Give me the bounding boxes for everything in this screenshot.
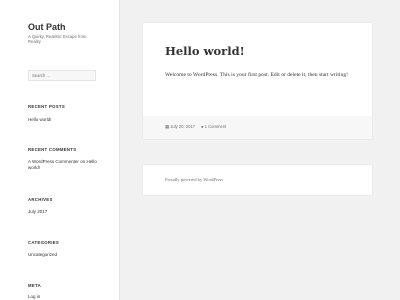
post-comments[interactable]: ●1 Comment: [201, 124, 226, 130]
categories-title: CATEGORIES: [28, 240, 60, 245]
post-title[interactable]: Hello world!: [165, 44, 245, 58]
recent-post-link[interactable]: Hello world!: [28, 117, 100, 123]
meta-login-link[interactable]: Log in: [28, 294, 100, 300]
site-title[interactable]: Out Path: [28, 22, 66, 32]
footer: Proudly powered by WordPress: [143, 165, 372, 195]
category-link[interactable]: Uncategorized: [28, 252, 100, 258]
calendar-icon: ▦: [165, 124, 170, 129]
recent-comments-title: RECENT COMMENTS: [28, 147, 77, 152]
post-card: Hello world! Welcome to WordPress. This …: [143, 23, 372, 139]
recent-posts-title: RECENT POSTS: [28, 104, 66, 109]
sidebar: Out Path A Quirky, Realistic Escape from…: [0, 0, 119, 300]
search-input[interactable]: Search …: [28, 70, 96, 81]
post-date[interactable]: ▦July 20, 2017: [165, 124, 195, 130]
post-date-label: July 20, 2017: [170, 124, 196, 129]
archives-title: ARCHIVES: [28, 197, 53, 202]
speech-bubble-icon: ●: [201, 124, 204, 129]
recent-comment-link[interactable]: A WordPress Commenter on Hello world!: [28, 159, 100, 171]
post-comments-label: 1 Comment: [204, 124, 227, 129]
archive-link[interactable]: July 2017: [28, 209, 100, 215]
site-description: A Quirky, Realistic Escape from Reality: [28, 34, 87, 45]
footer-credit-link[interactable]: Proudly powered by WordPress: [165, 177, 223, 182]
meta-title: META: [28, 283, 42, 288]
post-meta-bar: ▦July 20, 2017 ●1 Comment: [143, 116, 372, 139]
post-body: Welcome to WordPress. This is your first…: [165, 72, 348, 78]
